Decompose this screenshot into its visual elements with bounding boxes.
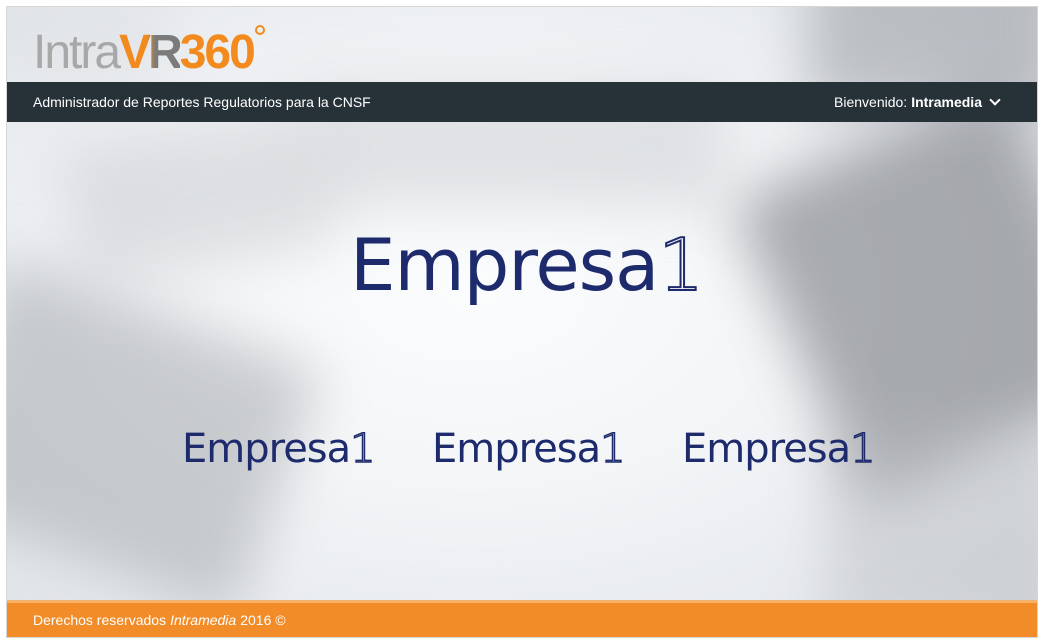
current-company-logo: Empresa 1 — [350, 223, 705, 307]
company-option-name: Empresa — [182, 426, 351, 472]
header-bar: Administrador de Reportes Regulatorios p… — [7, 82, 1037, 122]
company-option-1[interactable]: Empresa 1 — [182, 426, 376, 472]
company-option-number: 1 — [599, 426, 626, 472]
company-option-number: 1 — [349, 426, 376, 472]
user-name: Intramedia — [911, 94, 982, 110]
chevron-down-icon — [989, 94, 1001, 106]
company-option-number: 1 — [849, 426, 876, 472]
footer-suffix: 2016 © — [240, 612, 286, 628]
app-logo: Intra VR 360 — [33, 21, 265, 77]
app-window: Intra VR 360 Administrador de Reportes R… — [7, 7, 1037, 637]
company-name: Empresa — [350, 223, 659, 307]
logo-degree-icon — [254, 25, 265, 35]
company-number: 1 — [657, 223, 705, 307]
footer-prefix: Derechos reservados — [33, 612, 167, 628]
welcome-label: Bienvenido: — [834, 94, 908, 110]
company-option-name: Empresa — [682, 426, 851, 472]
logo-text-vr: VR — [119, 26, 183, 79]
company-option-3[interactable]: Empresa 1 — [682, 426, 876, 472]
page-title: Administrador de Reportes Regulatorios p… — [33, 94, 371, 110]
company-option-2[interactable]: Empresa 1 — [432, 426, 626, 472]
logo-text-intra: Intra — [33, 26, 121, 79]
user-menu[interactable]: Bienvenido: Intramedia — [834, 94, 1001, 110]
company-option-name: Empresa — [432, 426, 601, 472]
footer: Derechos reservados Intramedia 2016 © — [7, 600, 1037, 637]
footer-brand: Intramedia — [170, 612, 237, 628]
logo-text-360: 360 — [179, 26, 256, 79]
